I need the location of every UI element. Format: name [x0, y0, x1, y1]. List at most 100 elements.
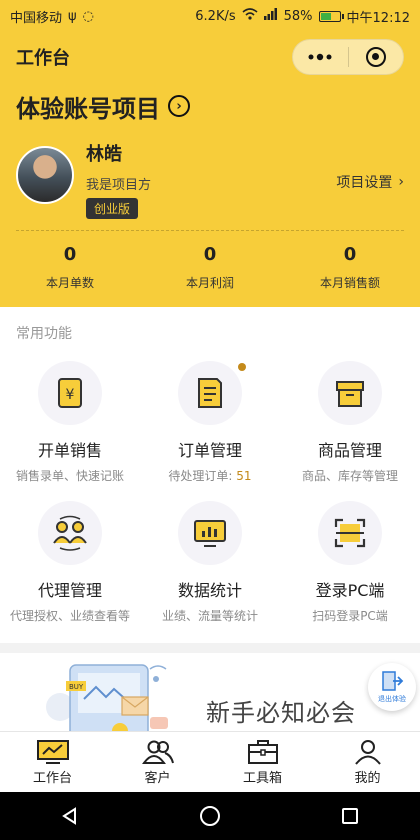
icon-badge: [38, 501, 102, 565]
newbie-guide-banner[interactable]: BUY 新手必知必会: [0, 653, 420, 731]
monthly-stats: 0 本月单数 0 本月利润 0 本月销售额: [0, 244, 420, 291]
icon-badge: [318, 501, 382, 565]
person-icon: [354, 739, 381, 765]
common-functions: 常用功能 ¥ 开单销售 销售录单、快速记账 订单管理 待处理订单: 51 商品管…: [0, 307, 420, 643]
tab-label: 工具箱: [242, 770, 282, 786]
exit-door-icon: [382, 671, 404, 691]
signal-icon: [263, 8, 278, 24]
battery-icon: [318, 10, 344, 22]
miniprogram-capsule: [292, 39, 404, 75]
bar-chart-icon: [194, 520, 226, 547]
function-name: 商品管理: [317, 441, 382, 460]
carrier-label: 中国移动: [10, 10, 63, 26]
home-icon[interactable]: [199, 805, 221, 827]
box-icon: [336, 381, 364, 407]
app-bar: 工作台: [0, 32, 420, 82]
pending-count: 51: [236, 469, 252, 483]
chevron-right-icon: ›: [398, 174, 404, 190]
function-name: 登录PC端: [315, 581, 385, 600]
function-new-sale[interactable]: ¥ 开单销售 销售录单、快速记账: [0, 355, 140, 495]
function-name: 订单管理: [177, 441, 242, 460]
monitor-icon: [36, 739, 69, 764]
avatar[interactable]: [16, 146, 74, 204]
stat-label: 本月单数: [45, 276, 94, 290]
function-grid: ¥ 开单销售 销售录单、快速记账 订单管理 待处理订单: 51 商品管理 商品、…: [0, 355, 420, 635]
recents-icon[interactable]: [340, 806, 360, 826]
function-statistics[interactable]: 数据统计 业绩、流量等统计: [140, 495, 280, 635]
function-desc: 待处理订单: 51: [140, 467, 280, 484]
tab-workbench[interactable]: 工作台: [0, 732, 105, 792]
stat-sales[interactable]: 0 本月销售额: [280, 244, 420, 291]
more-dots-icon: [308, 53, 332, 61]
stat-value: 0: [203, 244, 217, 265]
battery-percent: 58%: [283, 8, 313, 24]
buy-tag: BUY: [69, 683, 84, 691]
function-name: 代理管理: [37, 581, 102, 600]
users-swap-icon: [53, 515, 87, 551]
tab-mine[interactable]: 我的: [315, 732, 420, 792]
user-profile: 林皓 我是项目方 创业版 项目设置 ›: [16, 140, 404, 220]
stat-label: 本月销售额: [319, 276, 380, 290]
notification-dot: [238, 363, 246, 371]
icon-badge: [178, 501, 242, 565]
scan-icon: [334, 518, 366, 548]
project-settings-label: 项目设置: [336, 175, 393, 191]
clock: 中午12:12: [346, 10, 410, 26]
tab-customers[interactable]: 客户: [105, 732, 210, 792]
function-agent-management[interactable]: 代理管理 代理授权、业绩查看等: [0, 495, 140, 635]
net-speed: 6.2K/s: [195, 8, 236, 24]
pending-label: 待处理订单:: [168, 469, 237, 483]
function-desc: 业绩、流量等统计: [161, 609, 258, 623]
edition-badge: 创业版: [86, 198, 139, 219]
stat-profit[interactable]: 0 本月利润: [140, 244, 280, 291]
order-list-icon: [198, 378, 222, 408]
function-product-management[interactable]: 商品管理 商品、库存等管理: [280, 355, 420, 495]
function-order-management[interactable]: 订单管理 待处理订单: 51: [140, 355, 280, 495]
tab-toolbox[interactable]: 工具箱: [210, 732, 315, 792]
back-icon[interactable]: [60, 806, 80, 826]
chevron-right-circle-icon: ›: [168, 95, 190, 117]
bottom-tab-bar: 工作台 客户 工具箱 我的: [0, 731, 420, 792]
more-button[interactable]: [293, 40, 348, 74]
target-icon: [365, 47, 386, 67]
stat-value: 0: [343, 244, 357, 265]
svg-text:¥: ¥: [66, 387, 75, 403]
exit-trial-label: 退出体验: [378, 695, 406, 703]
icon-badge: ¥: [38, 361, 102, 425]
function-desc: 销售录单、快速记账: [15, 469, 124, 483]
wifi-icon: [242, 8, 258, 24]
section-title: 常用功能: [16, 326, 72, 342]
page-title: 工作台: [16, 48, 70, 69]
close-miniprogram-button[interactable]: [349, 40, 404, 74]
notification-icon: ◌: [82, 8, 94, 24]
stat-value: 0: [63, 244, 77, 265]
stat-orders[interactable]: 0 本月单数: [0, 244, 140, 291]
banner-title: 新手必知必会: [206, 699, 356, 727]
function-desc: 扫码登录PC端: [312, 609, 388, 623]
stat-label: 本月利润: [185, 276, 234, 290]
project-switcher[interactable]: 体验账号项目 ›: [0, 82, 420, 123]
function-pc-login[interactable]: 登录PC端 扫码登录PC端: [280, 495, 420, 635]
tab-label: 客户: [144, 770, 171, 786]
shopping-illustration: BUY: [46, 664, 168, 731]
icon-badge: [178, 361, 246, 425]
function-name: 开单销售: [37, 441, 102, 460]
toolbox-icon: [247, 739, 278, 764]
function-name: 数据统计: [177, 581, 242, 600]
function-desc: 商品、库存等管理: [301, 469, 398, 483]
status-bar: 中国移动 ψ ◌ 6.2K/s 58% 中午12:12: [0, 0, 420, 32]
tab-label: 工作台: [32, 770, 72, 786]
tab-label: 我的: [354, 770, 381, 786]
divider: [16, 230, 404, 231]
yuan-tag-icon: ¥: [58, 378, 82, 408]
user-name: 林皓: [86, 144, 122, 165]
project-name: 体验账号项目: [16, 94, 160, 123]
system-nav-bar: [0, 792, 420, 840]
function-desc: 代理授权、业绩查看等: [9, 609, 130, 623]
icon-badge: [318, 361, 382, 425]
customers-icon: [141, 740, 174, 764]
project-settings-link[interactable]: 项目设置 ›: [336, 172, 404, 192]
user-role: 我是项目方: [86, 178, 152, 193]
exit-trial-button[interactable]: 退出体验: [368, 663, 416, 711]
dashboard-header: 工作台 体验账号项目 › 林皓 我是项目方 创业版 项目设置 › 0 本月单数: [0, 32, 420, 307]
